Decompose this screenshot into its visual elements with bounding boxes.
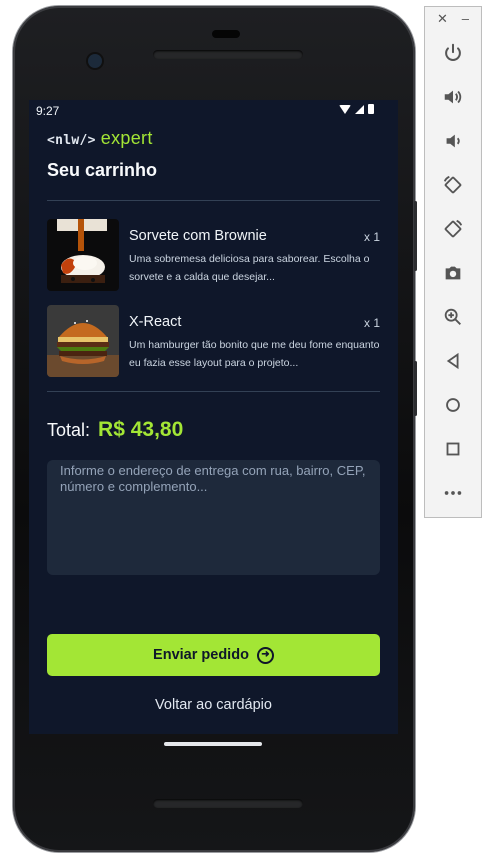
close-icon[interactable]: ✕ — [437, 11, 448, 27]
home-gesture-bar[interactable] — [164, 742, 262, 746]
top-speaker — [153, 50, 303, 59]
zoom-icon[interactable] — [439, 303, 467, 331]
send-order-button[interactable]: Enviar pedido ➜ — [47, 634, 380, 676]
more-icon[interactable] — [439, 479, 467, 507]
overview-icon[interactable] — [439, 435, 467, 463]
app-screen: 9:27 <nlw/> expert Seu carrinho Sorvete … — [29, 100, 398, 734]
bottom-speaker — [153, 799, 303, 808]
rotate-left-icon[interactable] — [439, 171, 467, 199]
back-icon[interactable] — [439, 347, 467, 375]
divider — [47, 391, 380, 392]
status-time: 9:27 — [36, 104, 60, 118]
battery-icon — [368, 104, 374, 114]
arrow-right-circle-icon: ➜ — [256, 646, 274, 664]
item-title: Sorvete com Brownie — [129, 228, 267, 244]
volume-up-icon[interactable] — [439, 83, 467, 111]
order-total: Total: R$ 43,80 — [47, 418, 183, 442]
volume-down-icon[interactable] — [439, 127, 467, 155]
page-title: Seu carrinho — [47, 160, 158, 180]
item-quantity: x 1 — [363, 230, 380, 244]
earpiece — [212, 30, 240, 38]
rotate-right-icon[interactable] — [439, 215, 467, 243]
item-description: Uma sobremesa deliciosa para saborear. E… — [129, 253, 370, 283]
item-title: X-React — [129, 314, 182, 330]
camera-icon[interactable] — [439, 259, 467, 287]
item-quantity: x 1 — [363, 316, 380, 330]
minimize-icon[interactable]: – — [462, 11, 469, 26]
status-bar: 9:27 — [29, 100, 398, 122]
app-logo: <nlw/> expert — [47, 128, 153, 149]
product-image-burger — [47, 305, 119, 377]
total-value: R$ 43,80 — [98, 418, 184, 441]
product-image-brownie — [47, 219, 119, 291]
logo-nlw: <nlw/> — [47, 133, 96, 148]
divider — [47, 200, 380, 201]
total-label: Total: — [47, 420, 91, 440]
address-input[interactable] — [47, 460, 380, 575]
power-icon[interactable] — [439, 39, 467, 67]
emulator-toolbar: ✕ – — [424, 6, 482, 518]
cart-item[interactable]: X-React x 1 Um hamburger tão bonito que … — [47, 305, 380, 377]
side-button — [414, 361, 417, 416]
front-camera — [88, 54, 102, 68]
logo-expert: expert — [100, 128, 153, 148]
signal-icon — [355, 104, 364, 114]
status-icons — [339, 104, 374, 114]
toolbar-window-controls: ✕ – — [425, 11, 481, 29]
back-to-menu-link[interactable]: Voltar ao cardápio — [29, 697, 398, 713]
send-order-label: Enviar pedido — [153, 647, 249, 663]
wifi-icon — [339, 104, 351, 114]
home-icon[interactable] — [439, 391, 467, 419]
cart-item[interactable]: Sorvete com Brownie x 1 Uma sobremesa de… — [47, 219, 380, 291]
side-button — [414, 201, 417, 271]
item-description: Um hamburger tão bonito que me deu fome … — [129, 339, 380, 369]
